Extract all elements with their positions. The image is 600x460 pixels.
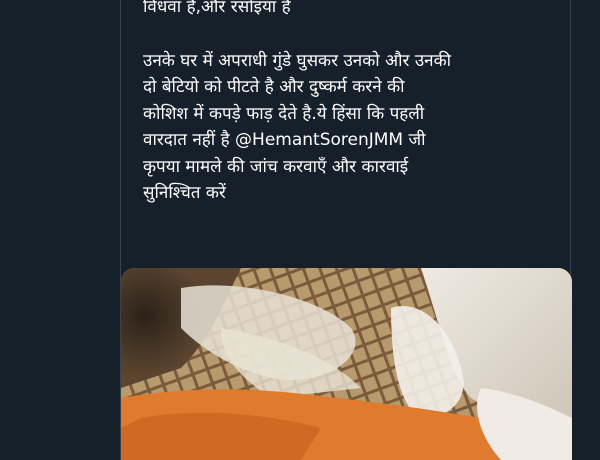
tweet-line-5-text: वारदात नहीं है — [143, 130, 236, 150]
tweet-text: विधवा है,और रसोइया है उनके घर में अपराधी… — [143, 0, 563, 207]
tweet-line-7: सुनिश्चित करें — [143, 183, 226, 203]
tweet-card: विधवा है,और रसोइया है उनके घर में अपराधी… — [120, 0, 572, 460]
tweet-line-6: कृपया मामले की जांच करवाएँ और कारवाई — [143, 156, 409, 177]
tweet-line-4: कोशिश में कपड़े फाड़ देते है.ये हिंसा कि… — [143, 103, 425, 124]
tweet-line-3: दो बेटियो को पीटते है और दुष्कर्म करने क… — [143, 77, 405, 97]
tweet-line-5-suffix: जी — [403, 130, 426, 150]
tweet-media-photo[interactable] — [121, 268, 572, 460]
mention-link[interactable]: @HemantSorenJMM — [235, 130, 403, 150]
tweet-line-5: वारदात नहीं है @HemantSorenJMM जी — [143, 127, 563, 154]
photo-image — [121, 268, 572, 460]
tweet-line-2: उनके घर में अपराधी गुंडे घुसकर उनको और उ… — [143, 50, 452, 71]
tweet-line-1: विधवा है,और रसोइया है — [143, 0, 291, 17]
